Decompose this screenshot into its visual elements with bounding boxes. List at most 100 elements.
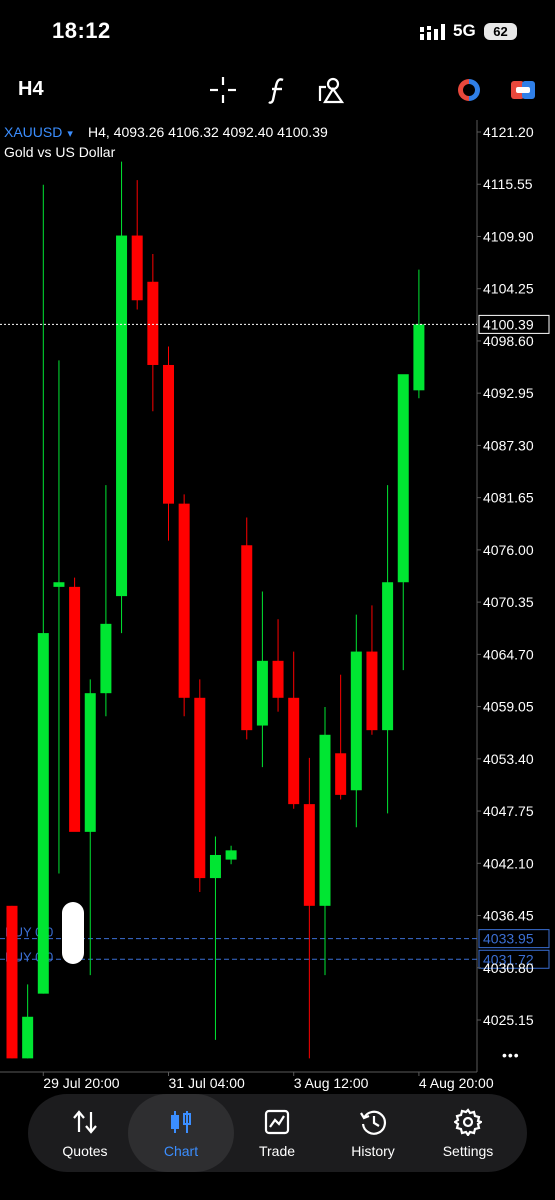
x-tick-label: 3 Aug 12:00 xyxy=(294,1075,369,1091)
candle-body xyxy=(178,503,190,698)
y-tick-label: 4059.05 xyxy=(483,699,534,715)
y-tick-label: 4030.80 xyxy=(483,960,534,976)
y-tick-label: 4070.35 xyxy=(483,594,534,610)
y-tick-label: 4076.00 xyxy=(483,542,534,558)
candle-body xyxy=(100,623,112,694)
current-price-line: 4100.39 xyxy=(0,314,550,334)
x-tick-label: 4 Aug 20:00 xyxy=(419,1075,494,1091)
candle-body xyxy=(194,697,206,879)
candle-body xyxy=(256,660,268,726)
chart-icon xyxy=(171,1111,191,1133)
candle-body xyxy=(69,586,81,832)
y-tick-label: 4081.65 xyxy=(483,490,534,506)
candle-body xyxy=(53,582,65,587)
objects-icon[interactable] xyxy=(315,74,347,106)
candle-body xyxy=(288,697,300,805)
one-click-trading-icon[interactable] xyxy=(453,74,485,106)
status-bar: 18:12 5G 62 xyxy=(0,0,555,62)
candle xyxy=(163,346,174,541)
candle xyxy=(303,757,315,1059)
candle-body xyxy=(272,660,284,698)
candle xyxy=(319,707,331,976)
candle xyxy=(335,674,347,800)
candle-body xyxy=(413,324,425,391)
indicators-icon[interactable] xyxy=(262,74,294,106)
order-handle[interactable] xyxy=(62,902,84,964)
candle-body xyxy=(225,850,237,860)
symbol-name[interactable]: XAUUSD ▾ xyxy=(4,124,73,140)
y-tick-label: 4047.75 xyxy=(483,803,534,819)
bottom-navigation: Quotes Chart Trade History Settings xyxy=(28,1094,527,1172)
settings-icon xyxy=(454,1108,482,1136)
candle-body xyxy=(147,281,159,365)
more-options-icon[interactable]: ••• xyxy=(502,1047,520,1063)
signal-icon xyxy=(420,24,445,40)
candle-body xyxy=(163,364,174,504)
candle-body xyxy=(382,582,394,731)
y-tick-label: 4115.55 xyxy=(483,176,533,192)
nav-chart-label: Chart xyxy=(163,1143,199,1159)
trade-panel-icon[interactable] xyxy=(507,74,539,106)
candle xyxy=(382,485,394,814)
y-tick-label: 4092.95 xyxy=(483,385,534,401)
candle-body xyxy=(350,651,362,791)
candle-body xyxy=(366,651,378,731)
y-tick-label: 4087.30 xyxy=(483,437,534,453)
nav-history[interactable]: History xyxy=(325,1094,421,1172)
quotes-icon xyxy=(73,1110,97,1134)
candle xyxy=(288,651,300,809)
y-axis-ticks: 4121.20 4115.55 4109.90 4104.25 4098.60 4092.… xyxy=(477,124,534,1028)
candle-body xyxy=(6,905,18,1059)
timeframe-selector[interactable]: H4 xyxy=(18,78,44,101)
candle xyxy=(413,269,425,399)
candle xyxy=(100,485,112,717)
candle xyxy=(225,845,237,865)
x-tick-label: 29 Jul 20:00 xyxy=(43,1075,119,1091)
y-tick-label: 4042.10 xyxy=(483,855,534,871)
current-price-label: 4100.39 xyxy=(483,316,534,332)
battery-level: 62 xyxy=(484,23,517,40)
candle xyxy=(147,254,159,412)
x-axis-ticks: 29 Jul 20:00 31 Jul 04:00 3 Aug 12:00 4 Aug… xyxy=(42,1072,494,1091)
y-tick-label: 4053.40 xyxy=(483,751,534,767)
candle xyxy=(397,374,409,671)
crosshair-icon[interactable] xyxy=(207,74,239,106)
network-type: 5G xyxy=(453,21,476,40)
nav-quotes[interactable]: Quotes xyxy=(37,1094,133,1172)
history-icon xyxy=(360,1110,387,1135)
x-tick-label: 31 Jul 04:00 xyxy=(169,1075,245,1091)
candle xyxy=(256,591,268,768)
candle-body xyxy=(319,734,331,906)
candle xyxy=(366,605,378,735)
nav-history-label: History xyxy=(351,1143,395,1159)
candle-body xyxy=(209,854,221,879)
price-chart[interactable]: BUY 0.0 4033.95BUY 0.0 4031.72 4121.204115… xyxy=(0,120,555,1092)
y-tick-label: 4025.15 xyxy=(483,1012,534,1028)
chart-toolbar: H4 xyxy=(0,62,555,118)
candle-body xyxy=(116,235,128,597)
y-tick-label: 4064.70 xyxy=(483,646,534,662)
candle-body xyxy=(303,804,315,906)
y-tick-label: 4098.60 xyxy=(483,333,534,349)
y-tick-label: 4036.45 xyxy=(483,908,534,924)
trade-icon xyxy=(264,1109,290,1135)
symbol-description: Gold vs US Dollar xyxy=(4,144,116,160)
candle xyxy=(194,679,206,892)
candle xyxy=(37,184,49,994)
nav-settings[interactable]: Settings xyxy=(420,1094,516,1172)
ohlc-readout: H4, 4093.26 4106.32 4092.40 4100.39 xyxy=(88,124,328,140)
y-tick-label: 4104.25 xyxy=(483,281,534,297)
candle xyxy=(131,180,143,310)
candle xyxy=(53,360,65,874)
candle xyxy=(69,577,81,832)
candle xyxy=(241,517,253,740)
y-tick-label: 4109.90 xyxy=(483,228,534,244)
candle xyxy=(272,619,284,712)
nav-chart[interactable]: Chart xyxy=(128,1094,234,1172)
y-tick-label: 4121.20 xyxy=(483,124,534,140)
order-price-label: 4033.95 xyxy=(483,931,534,947)
candle xyxy=(116,161,128,634)
candle xyxy=(350,614,362,828)
candle-body xyxy=(335,753,347,795)
nav-trade[interactable]: Trade xyxy=(229,1094,325,1172)
